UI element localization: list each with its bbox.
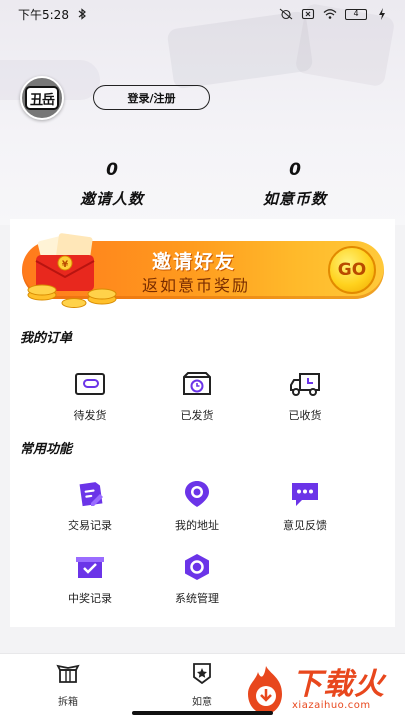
order-item-label: 已收货	[288, 409, 322, 422]
wallet-card-icon	[73, 367, 107, 401]
main-card: ¥ 邀请好友 返如意币奖励 GO 我的订单 待发货 已发货 已收货 常用功能 交…	[10, 219, 395, 627]
order-item-received[interactable]: 已收货	[250, 367, 360, 423]
function-item-label: 交易记录	[68, 519, 112, 532]
page-bottom-spacer	[0, 627, 405, 653]
home-indicator	[132, 711, 273, 715]
my-orders-title: 我的订单	[20, 331, 73, 346]
invite-count-label: 邀请人数	[79, 190, 144, 208]
charging-icon	[379, 8, 385, 20]
tab-unbox[interactable]: 拆箱	[38, 662, 98, 708]
function-item-label: 意见反馈	[283, 519, 327, 532]
delivery-truck-icon	[288, 367, 322, 401]
function-item-label: 系统管理	[175, 592, 219, 605]
status-bar: 下午5:28 4	[0, 0, 405, 28]
settings-hexagon-icon	[180, 550, 214, 584]
function-item-system[interactable]: 系统管理	[142, 550, 252, 606]
watermark-cn: 下载火	[292, 666, 385, 702]
invite-count-value: 0	[106, 160, 118, 180]
function-item-label: 中奖记录	[68, 592, 112, 605]
transaction-record-icon	[73, 477, 107, 511]
battery-indicator: 4	[345, 8, 367, 20]
order-item-label: 已发货	[180, 409, 214, 422]
invite-friends-banner[interactable]: ¥ 邀请好友 返如意币奖励 GO	[22, 233, 384, 308]
feedback-chat-icon	[288, 477, 322, 511]
function-item-transactions[interactable]: 交易记录	[35, 477, 145, 533]
coin-count-value: 0	[289, 160, 301, 180]
avatar-logo: 丑岳	[25, 86, 59, 110]
flame-logo-icon	[248, 666, 282, 714]
avatar[interactable]: 丑岳	[20, 76, 64, 120]
prize-record-icon	[73, 550, 107, 584]
function-item-label: 我的地址	[175, 519, 219, 532]
order-item-label: 待发货	[73, 409, 107, 422]
function-item-address[interactable]: 我的地址	[142, 477, 252, 533]
coin-count-label: 如意币数	[262, 190, 327, 208]
order-item-pending[interactable]: 待发货	[35, 367, 145, 423]
red-envelope-coins-icon: ¥	[27, 233, 117, 308]
login-register-button[interactable]: 登录/注册	[93, 85, 210, 110]
svg-text:¥: ¥	[62, 260, 69, 270]
invite-count-stat[interactable]: 0 邀请人数	[42, 160, 182, 209]
tab-ruyi[interactable]: 如意	[172, 662, 232, 708]
tab-label: 如意	[192, 697, 212, 708]
function-item-feedback[interactable]: 意见反馈	[250, 477, 360, 533]
go-button[interactable]: GO	[328, 246, 376, 294]
tab-label: 拆箱	[58, 697, 78, 708]
box-open-icon	[56, 664, 80, 683]
banner-title: 邀请好友	[152, 251, 237, 273]
bluetooth-icon	[78, 8, 86, 20]
common-functions-title: 常用功能	[20, 442, 73, 457]
alarm-off-icon	[279, 8, 293, 20]
shipped-box-icon	[180, 367, 214, 401]
coin-count-stat[interactable]: 0 如意币数	[225, 160, 365, 209]
star-badge-icon	[193, 663, 211, 685]
banner-subtitle: 返如意币奖励	[142, 276, 251, 295]
order-item-shipped[interactable]: 已发货	[142, 367, 252, 423]
sim-x-icon	[301, 8, 315, 20]
function-item-prizes[interactable]: 中奖记录	[35, 550, 145, 606]
wifi-icon	[323, 9, 337, 19]
location-icon	[180, 477, 214, 511]
status-time: 下午5:28	[18, 7, 69, 22]
